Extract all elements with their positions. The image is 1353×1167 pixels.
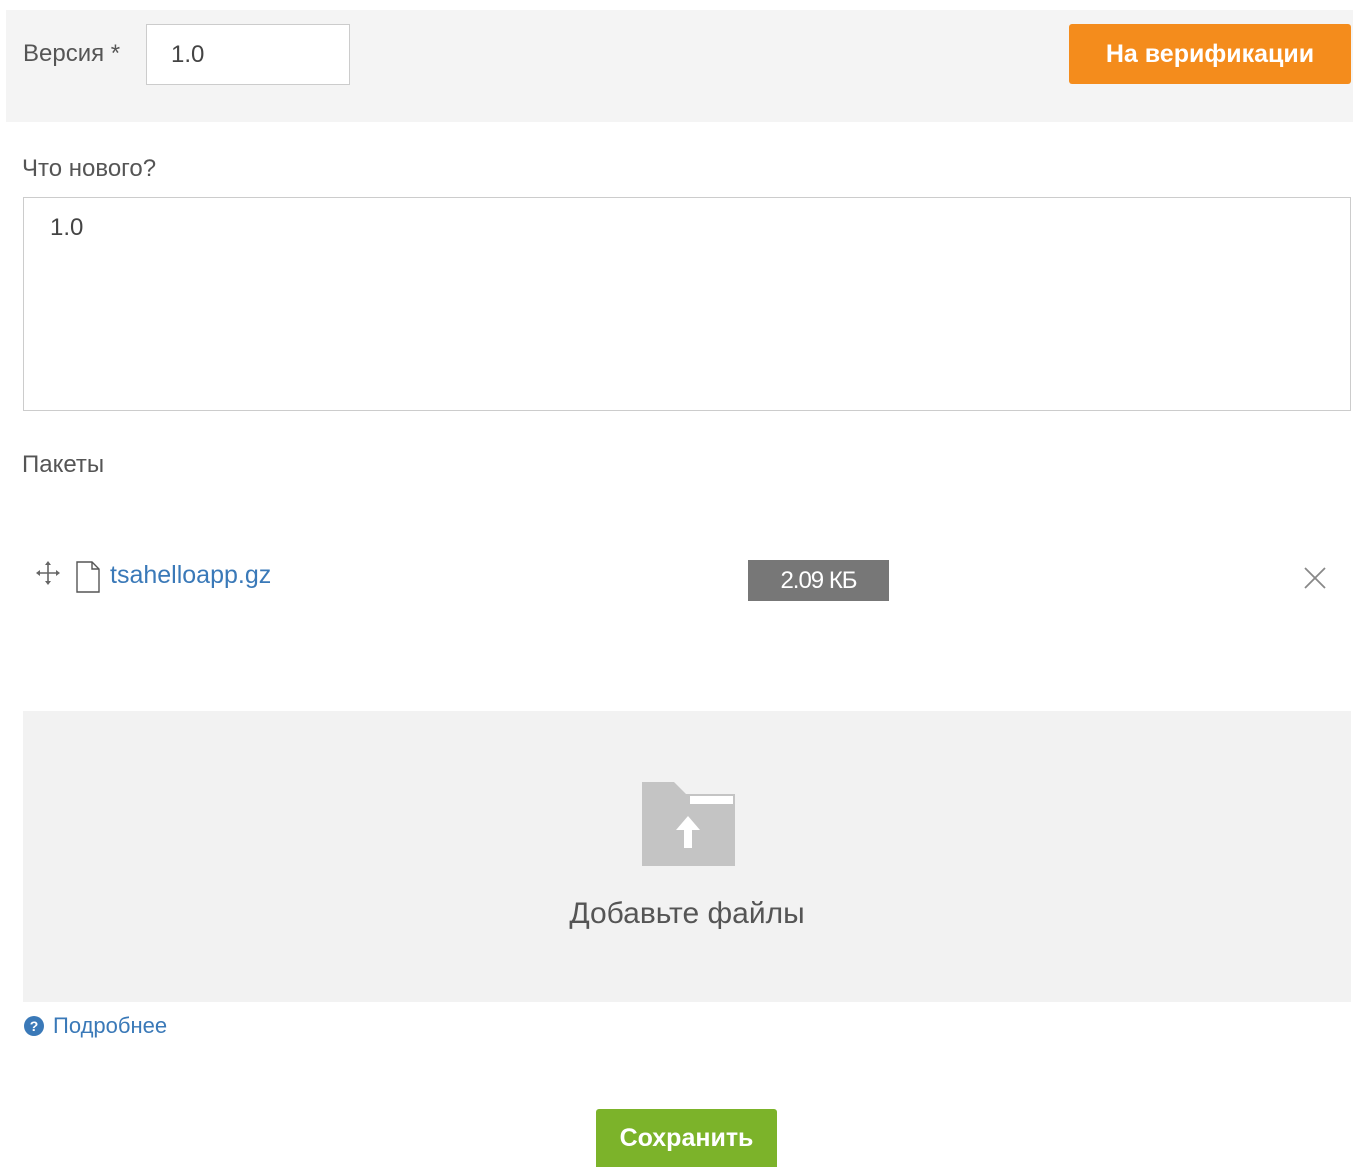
move-icon[interactable]	[35, 560, 61, 586]
close-icon[interactable]	[1303, 566, 1327, 590]
package-file-link[interactable]: tsahelloapp.gz	[110, 561, 271, 590]
file-size-badge: 2.09 КБ	[748, 560, 889, 601]
whats-new-label: Что нового?	[22, 155, 157, 182]
svg-text:?: ?	[30, 1018, 39, 1034]
whats-new-textarea[interactable]: 1.0	[23, 197, 1351, 411]
version-label: Версия *	[23, 40, 121, 67]
folder-upload-icon	[642, 782, 735, 866]
file-dropzone[interactable]: Добавьте файлы	[23, 711, 1351, 1002]
save-button[interactable]: Сохранить	[596, 1109, 777, 1167]
more-info-link[interactable]: ? Подробнее	[23, 1013, 167, 1039]
package-item: tsahelloapp.gz 2.09 КБ	[23, 548, 1351, 612]
packages-label: Пакеты	[22, 451, 105, 478]
dropzone-text: Добавьте файлы	[569, 897, 805, 930]
question-circle-icon: ?	[23, 1015, 45, 1037]
file-icon	[75, 561, 101, 593]
more-info-label: Подробнее	[53, 1013, 168, 1038]
version-edit-page: Версия * На верификации Что нового? 1.0 …	[0, 0, 1353, 1167]
version-input[interactable]	[146, 24, 350, 85]
status-button[interactable]: На верификации	[1069, 24, 1351, 84]
version-header: Версия * На верификации	[6, 10, 1353, 122]
